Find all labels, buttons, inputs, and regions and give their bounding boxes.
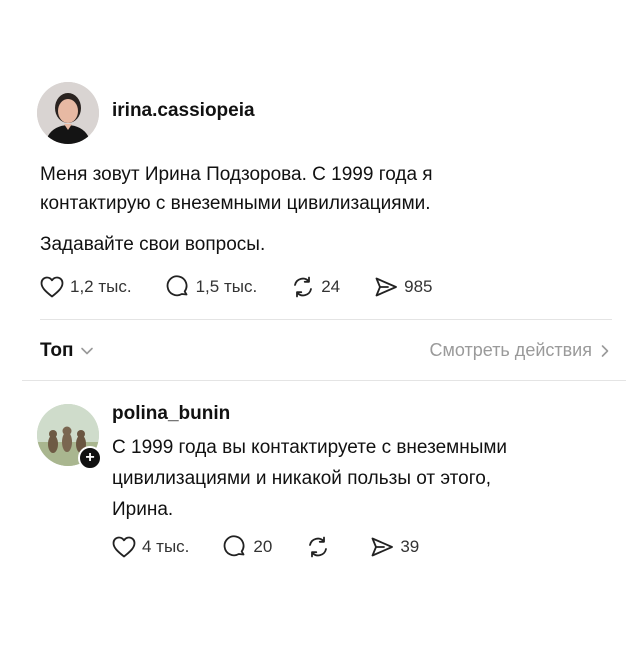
heart-icon [40,276,64,298]
repost-button[interactable]: 24 [291,275,340,299]
view-activity-link[interactable]: Смотреть действия [430,340,610,361]
chevron-down-icon [80,347,93,355]
comment-bubble-icon [224,535,245,557]
reply-like-button[interactable]: 4 тыс. [112,536,189,558]
post-body: Меня зовут Ирина Подзорова. С 1999 года … [40,160,610,218]
divider [22,380,626,381]
post-text-line: контактирую с внеземными цивилизациями. [40,193,431,214]
send-icon [375,277,398,297]
reply-body: С 1999 года вы контактируете с внеземным… [112,432,612,525]
heart-icon [112,536,136,558]
sort-dropdown[interactable]: Топ [40,340,94,362]
reply-like-count: 4 тыс. [142,537,190,556]
author-avatar[interactable] [37,82,99,144]
chevron-right-icon [601,344,609,357]
comment-count: 1,5 тыс. [195,277,258,296]
share-button[interactable]: 985 [374,276,432,298]
reply-author-username[interactable]: polina_bunin [112,403,230,425]
sort-label: Топ [40,340,74,361]
replies-header: Топ Смотреть действия [40,340,610,362]
post-text-line: Меня зовут Ирина Подзорова. С 1999 года … [40,164,433,185]
repost-icon [294,276,313,298]
post-actions: 1,2 тыс. 1,5 тыс. 24 985 [40,275,466,299]
reply-share-button[interactable]: 39 [370,536,419,558]
post-body-paragraph: Задавайте свои вопросы. [40,230,610,259]
share-count: 985 [404,277,433,296]
reply-text-line: Ирина. [112,499,174,520]
comment-bubble-icon [166,275,187,297]
post-text-line: Задавайте свои вопросы. [40,234,266,255]
repost-count: 24 [321,277,341,296]
like-button[interactable]: 1,2 тыс. [40,276,132,298]
follow-button[interactable]: + [78,446,102,470]
reply-text-line: цивилизациями и никакой пользы от этого, [112,468,492,489]
author-username[interactable]: irina.cassiopeia [112,100,255,122]
reply-text-line: С 1999 года вы контактируете с внеземным… [112,437,508,458]
reply-actions: 4 тыс. 20 39 [112,535,453,559]
repost-icon [309,536,328,558]
comment-button[interactable]: 1,5 тыс. [166,275,258,299]
send-icon [371,537,394,557]
reply-share-count: 39 [400,537,420,556]
view-activity-label: Смотреть действия [429,340,592,360]
author-avatar-image [37,82,99,144]
reply-comment-count: 20 [253,537,273,556]
divider [40,319,612,320]
reply-comment-button[interactable]: 20 [223,535,272,559]
plus-icon: + [85,449,95,466]
like-count: 1,2 тыс. [70,277,132,296]
reply-repost-button[interactable] [306,535,336,559]
